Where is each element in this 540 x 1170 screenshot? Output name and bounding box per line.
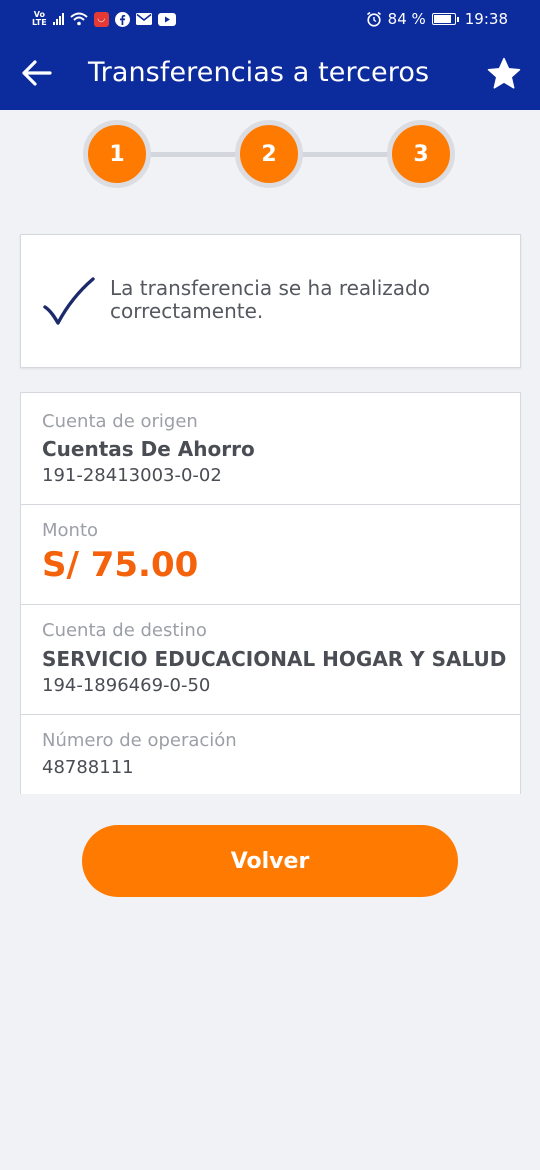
origin-account-name: Cuentas De Ahorro [42,437,255,461]
operation-number-value: 48788111 [42,757,134,778]
step-connector [150,152,240,157]
clock: 19:38 [464,10,508,28]
notification-app-icon: ◡ [93,11,109,27]
success-message: La transferencia se ha realizado correct… [110,276,430,323]
volte-indicator: Vo LTE [32,10,47,27]
youtube-icon [157,12,176,26]
amount-label: Monto [42,520,99,541]
destination-account-row: Cuenta de destino SERVICIO EDUCACIONAL H… [21,605,520,715]
step-3: 3 [387,120,455,188]
checkmark-icon [43,277,95,325]
arrow-left-icon [22,60,52,86]
status-bar-left: Vo LTE ◡ [32,11,176,27]
volver-button[interactable]: Volver [82,825,458,897]
progress-stepper: 1 2 3 [0,118,540,194]
amount-row: Monto S/ 75.00 [21,505,520,605]
destination-account-name: SERVICIO EDUCACIONAL HOGAR Y SALUD [42,647,507,671]
status-bar: Vo LTE ◡ 84 % 19:38 [0,0,540,38]
step-connector [302,152,392,157]
battery-percentage: 84 % [387,10,426,28]
battery-icon [431,13,459,25]
destination-account-label: Cuenta de destino [42,620,207,641]
app-bar: Transferencias a terceros [0,38,540,110]
alarm-icon [366,11,381,27]
status-bar-right: 84 % 19:38 [366,10,508,28]
signal-icon [52,13,64,25]
wifi-icon [70,12,88,26]
transfer-details-card: Cuenta de origen Cuentas De Ahorro 191-2… [20,392,521,794]
step-1: 1 [83,120,151,188]
origin-account-number: 191-28413003-0-02 [42,465,222,486]
page-title: Transferencias a terceros [88,57,430,88]
mail-icon [135,13,152,25]
operation-number-label: Número de operación [42,730,237,751]
amount-value: S/ 75.00 [42,545,199,585]
success-message-card: La transferencia se ha realizado correct… [20,234,521,368]
operation-number-row: Número de operación 48788111 [21,715,520,794]
favorite-button[interactable] [486,56,522,92]
back-button[interactable] [20,56,54,90]
origin-account-row: Cuenta de origen Cuentas De Ahorro 191-2… [21,393,520,505]
origin-account-label: Cuenta de origen [42,411,198,432]
step-2: 2 [235,120,303,188]
destination-account-number: 194-1896469-0-50 [42,675,211,696]
facebook-icon [114,11,130,27]
star-icon [487,57,521,89]
